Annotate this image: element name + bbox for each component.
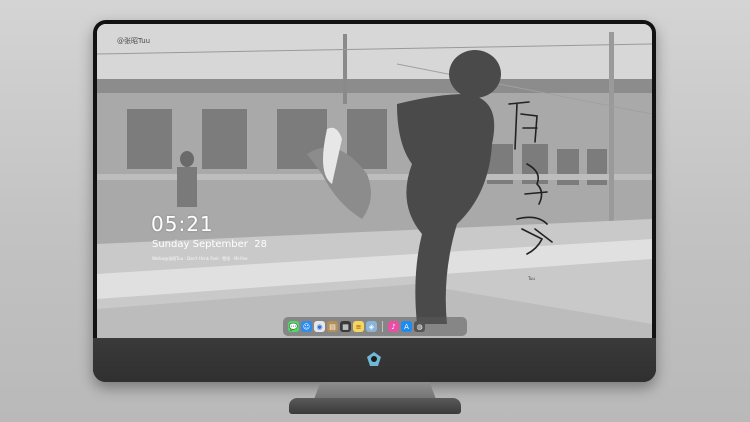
notes-icon[interactable]: ≡ [353, 321, 364, 332]
wallpaper-photo [97, 24, 652, 338]
photos-icon[interactable]: ◈ [366, 321, 377, 332]
safari-icon[interactable]: ◉ [314, 321, 325, 332]
finder-icon[interactable]: ☺ [301, 321, 312, 332]
app-store-icon[interactable]: A [401, 321, 412, 332]
preview-icon[interactable]: ▤ [327, 321, 338, 332]
brand-logo-icon [367, 352, 381, 366]
messages-icon[interactable]: 💬 [288, 321, 299, 332]
wallpaper-watermark: @张昭Tuu [117, 37, 151, 45]
itunes-icon[interactable]: ♪ [388, 321, 399, 332]
lock-clock: 05:21 [151, 212, 214, 236]
dock-separator [382, 321, 383, 332]
desktop-screen: @张昭Tuu 05:21 Sunday September 28 Weibo@张… [97, 24, 652, 338]
monitor-bezel: @张昭Tuu 05:21 Sunday September 28 Weibo@张… [93, 20, 656, 382]
monitor-chin [93, 338, 656, 382]
dock: 💬 ☺ ◉ ▤ ▦ ≡ ◈ ♪ A ◍ [283, 317, 467, 336]
lock-date: Sunday September 28 [152, 239, 267, 250]
claquette-icon[interactable]: ▦ [340, 321, 351, 332]
lock-subtitle: Weibo@张昭Tuu · Don't think Feel · 壁纸 · Mi… [152, 256, 248, 261]
photo-tag: Tuu [528, 276, 535, 281]
monitor-stand-base [289, 398, 461, 414]
camera-icon[interactable]: ◍ [414, 321, 425, 332]
